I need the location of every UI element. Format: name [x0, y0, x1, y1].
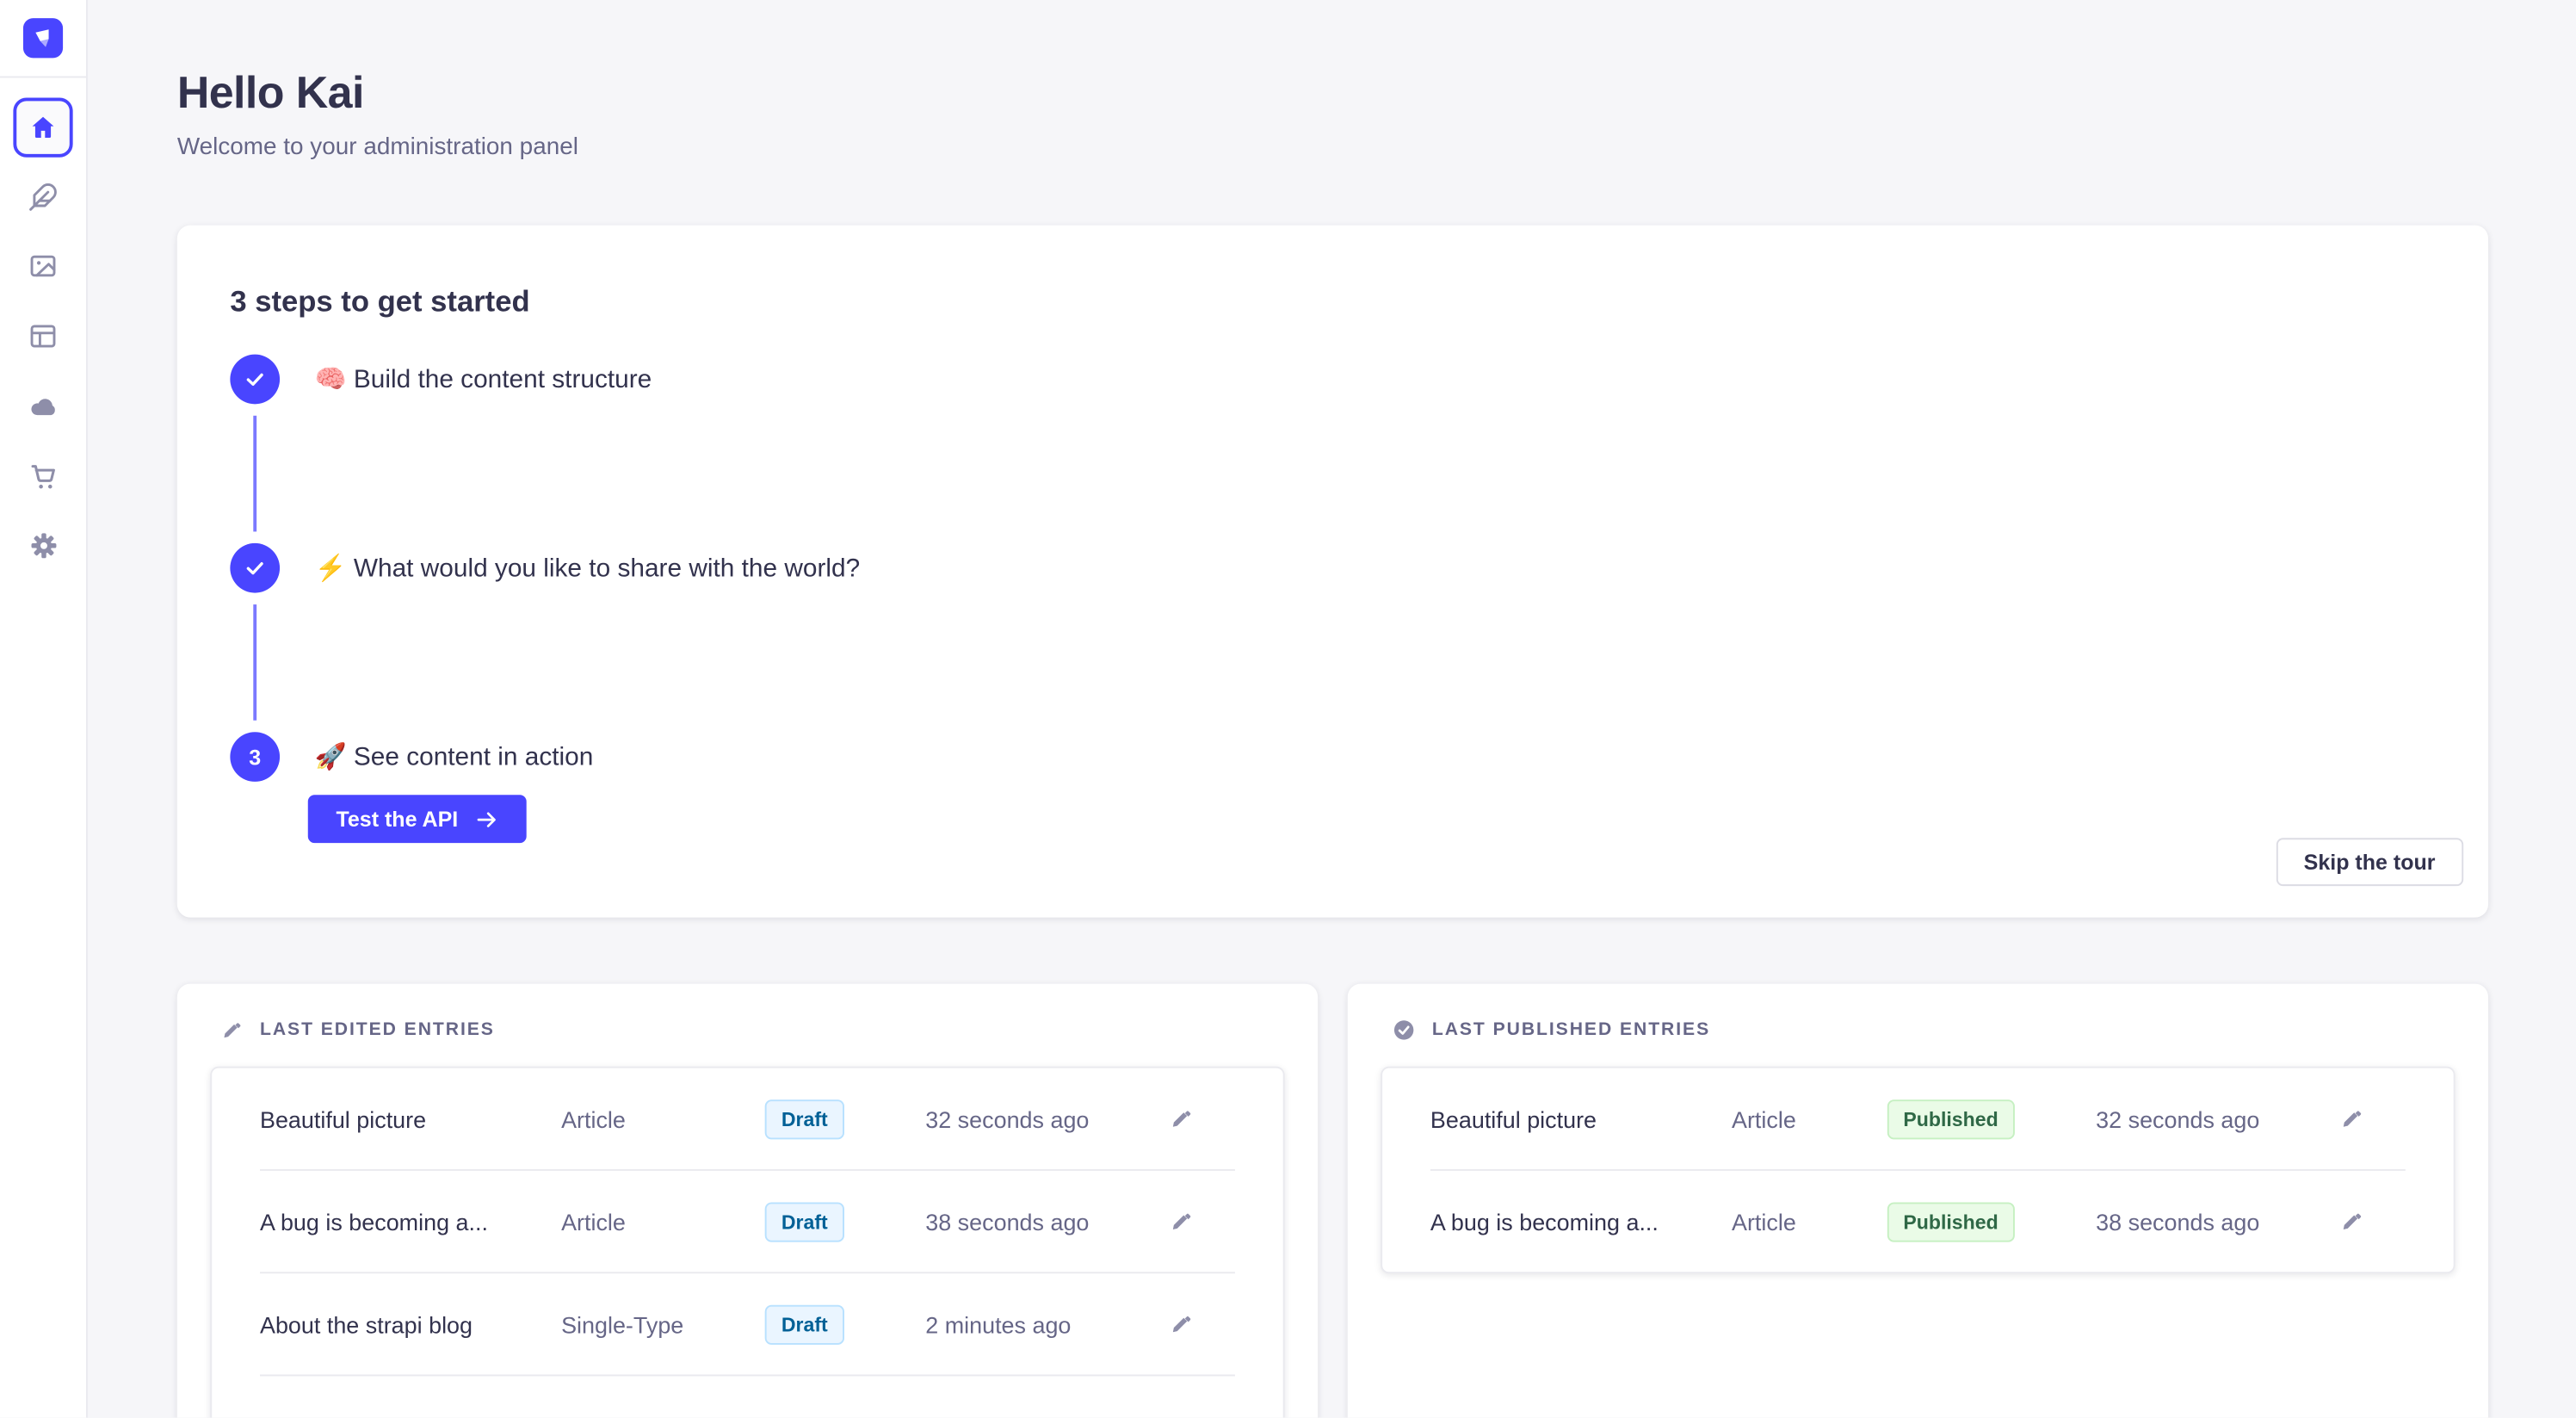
- strapi-logo-icon: [23, 18, 63, 58]
- edit-entry-button[interactable]: [1171, 1107, 1194, 1130]
- sidebar-item-home[interactable]: [13, 97, 72, 157]
- tour-step-3: 3 🚀 See content in action: [230, 732, 2435, 782]
- entry-title: A bug is becoming a...: [260, 1208, 561, 1235]
- edit-entry-button[interactable]: [2341, 1210, 2364, 1233]
- entry-kind: Article: [561, 1105, 697, 1132]
- edit-entry-button[interactable]: [2341, 1107, 2364, 1130]
- cloud-icon: [28, 390, 59, 422]
- page-subtitle: Welcome to your administration panel: [177, 133, 2488, 163]
- check-icon: [244, 368, 267, 391]
- step-3-number: 3: [249, 745, 261, 770]
- sidebar-item-marketplace[interactable]: [13, 445, 72, 505]
- table-row: A bug is becoming a... Article Published…: [1382, 1171, 2454, 1272]
- table-row: A bug is becoming a... Article Draft 38 …: [212, 1171, 1283, 1272]
- status-badge: Draft: [765, 1304, 844, 1344]
- status-badge: Published: [1887, 1099, 2015, 1138]
- app-root: Hello Kai Welcome to your administration…: [0, 0, 2576, 1418]
- entry-kind: Single-Type: [561, 1310, 697, 1337]
- test-api-button-label: Test the API: [336, 807, 458, 832]
- entry-time: 38 seconds ago: [2053, 1208, 2341, 1235]
- sidebar-item-settings[interactable]: [13, 515, 72, 574]
- sidebar-item-content-manager[interactable]: [13, 167, 72, 226]
- pencil-icon: [222, 1019, 244, 1041]
- home-icon: [28, 113, 59, 143]
- pencil-icon: [1171, 1312, 1194, 1335]
- step-connector: [253, 604, 256, 721]
- widget-last-published-header: LAST PUBLISHED ENTRIES: [1381, 1010, 2455, 1050]
- sidebar: [0, 0, 88, 1418]
- widget-last-edited: LAST EDITED ENTRIES Beautiful picture Ar…: [177, 984, 1318, 1418]
- feather-icon: [28, 183, 59, 213]
- home-widgets: LAST EDITED ENTRIES Beautiful picture Ar…: [177, 984, 2488, 1418]
- entry-kind: Article: [1732, 1208, 1868, 1235]
- entry-status-cell: Draft: [697, 1202, 882, 1242]
- pencil-icon: [2341, 1210, 2364, 1233]
- entry-status-cell: Draft: [697, 1099, 882, 1138]
- sidebar-item-content-type-builder[interactable]: [13, 307, 72, 366]
- entry-status-cell: Published: [1868, 1202, 2053, 1242]
- entry-status-cell: Draft: [697, 1304, 882, 1344]
- tour-step-1: 🧠 Build the content structure: [230, 355, 2435, 405]
- sidebar-nav: [0, 77, 86, 585]
- main-content: Hello Kai Welcome to your administration…: [88, 0, 2576, 1418]
- entry-status-cell: Published: [1868, 1099, 2053, 1138]
- table-row: Beautiful picture Article Draft 32 secon…: [212, 1068, 1283, 1169]
- row-divider: [260, 1375, 1235, 1377]
- step-1-done-indicator: [230, 355, 280, 405]
- pencil-icon: [1171, 1210, 1194, 1233]
- step-3-label: 🚀 See content in action: [314, 741, 593, 773]
- entry-title: A bug is becoming a...: [1430, 1208, 1732, 1235]
- last-edited-table: Beautiful picture Article Draft 32 secon…: [210, 1067, 1284, 1418]
- entry-title: Beautiful picture: [1430, 1105, 1732, 1132]
- media-icon: [28, 251, 59, 282]
- entry-time: 2 minutes ago: [882, 1310, 1171, 1337]
- layout-icon: [28, 321, 59, 351]
- cart-icon: [28, 460, 59, 492]
- entry-time: 32 seconds ago: [2053, 1105, 2341, 1132]
- step-connector: [253, 416, 256, 532]
- status-badge: Published: [1887, 1202, 2015, 1242]
- pencil-icon: [2341, 1107, 2364, 1130]
- widget-last-published: LAST PUBLISHED ENTRIES Beautiful picture…: [1348, 984, 2488, 1418]
- entry-time: 32 seconds ago: [882, 1105, 1171, 1132]
- guided-tour-card: 3 steps to get started 🧠 Build the conte…: [177, 226, 2488, 918]
- edit-entry-button[interactable]: [1171, 1210, 1194, 1233]
- check-icon: [244, 556, 267, 579]
- entry-kind: Article: [1732, 1105, 1868, 1132]
- gear-icon: [28, 529, 59, 561]
- step-3-number-indicator: 3: [230, 732, 280, 782]
- sidebar-item-cloud[interactable]: [13, 376, 72, 436]
- sidebar-logo-area: [0, 0, 86, 77]
- step-2-done-indicator: [230, 543, 280, 593]
- tour-step-2: ⚡ What would you like to share with the …: [230, 543, 2435, 593]
- widget-last-edited-header: LAST EDITED ENTRIES: [210, 1010, 1284, 1050]
- skip-tour-button[interactable]: Skip the tour: [2276, 838, 2463, 886]
- check-circle-icon: [1393, 1019, 1416, 1042]
- pencil-icon: [1171, 1107, 1194, 1130]
- table-row: Beautiful picture Article Published 32 s…: [1382, 1068, 2454, 1169]
- last-published-table: Beautiful picture Article Published 32 s…: [1381, 1067, 2455, 1273]
- entry-title: About the strapi blog: [260, 1310, 561, 1337]
- entry-title: Beautiful picture: [260, 1105, 561, 1132]
- guided-tour-title: 3 steps to get started: [230, 282, 2435, 321]
- guided-tour-steps: 🧠 Build the content structure ⚡ What wou…: [230, 355, 2435, 843]
- table-row: About the strapi blog Single-Type Draft …: [212, 1273, 1283, 1374]
- step-1-label: 🧠 Build the content structure: [314, 363, 652, 395]
- step-2-label: ⚡ What would you like to share with the …: [314, 552, 860, 584]
- entry-kind: Article: [561, 1208, 697, 1235]
- strapi-logo[interactable]: [23, 18, 63, 58]
- sidebar-item-media-library[interactable]: [13, 237, 72, 296]
- edit-entry-button[interactable]: [1171, 1312, 1194, 1335]
- arrow-right-icon: [474, 808, 497, 831]
- widget-title: LAST PUBLISHED ENTRIES: [1432, 1020, 1710, 1040]
- entry-time: 38 seconds ago: [882, 1208, 1171, 1235]
- test-api-button[interactable]: Test the API: [308, 795, 526, 843]
- status-badge: Draft: [765, 1202, 844, 1242]
- widget-title: LAST EDITED ENTRIES: [260, 1020, 495, 1040]
- status-badge: Draft: [765, 1099, 844, 1138]
- page-title: Hello Kai: [177, 66, 2488, 120]
